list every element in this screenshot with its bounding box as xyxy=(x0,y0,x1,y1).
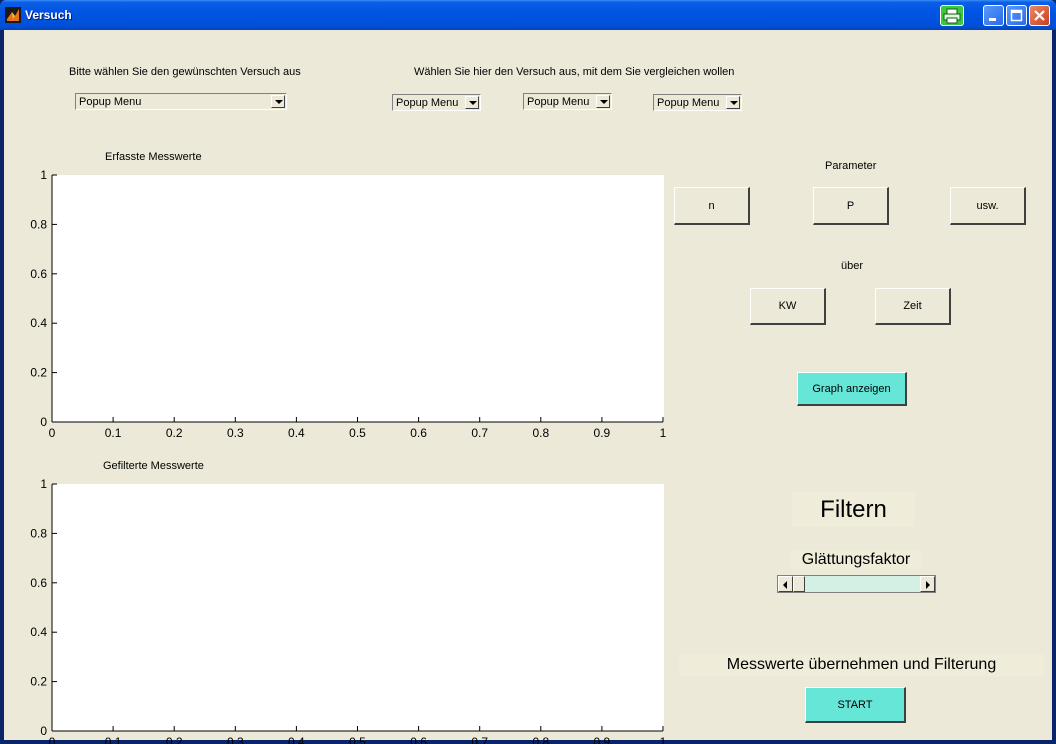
x-tick-label: 0.6 xyxy=(410,735,427,744)
minimize-icon xyxy=(989,18,996,21)
maximize-icon xyxy=(1010,9,1023,22)
app-window: Versuch Bitte wählen Sie den gewünschten… xyxy=(0,0,1056,744)
figure-area: Bitte wählen Sie den gewünschten Versuch… xyxy=(4,30,1052,744)
close-button[interactable] xyxy=(1029,5,1050,26)
x-tick-label: 0.2 xyxy=(166,735,183,744)
usw-button[interactable]: usw. xyxy=(950,187,1026,225)
kw-button[interactable]: KW xyxy=(750,288,826,325)
close-icon xyxy=(1034,10,1045,21)
y-tick-label: 0.4 xyxy=(30,625,47,639)
y-tick-label: 0.2 xyxy=(30,675,47,689)
x-tick-label: 0.4 xyxy=(288,735,305,744)
matlab-icon xyxy=(5,7,21,23)
y-tick-label: 0.8 xyxy=(30,526,47,540)
maximize-button[interactable] xyxy=(1006,5,1027,26)
axes2-chart: 0 0.1 0.2 0.3 0.4 0.5 0.6 0.7 0.8 0.9 1 0 0.2 0.4 0.6 0… xyxy=(30,477,667,744)
over-label: über xyxy=(841,260,864,272)
printer-icon xyxy=(943,8,961,24)
x-tick-label: 0.3 xyxy=(227,735,244,744)
n-button[interactable]: n xyxy=(674,187,750,225)
print-button[interactable] xyxy=(940,5,964,26)
parameter-label: Parameter xyxy=(825,160,877,172)
zeit-button[interactable]: Zeit xyxy=(875,288,951,325)
filter-title: Filtern xyxy=(792,492,915,527)
slider-left-arrow-icon[interactable] xyxy=(778,576,793,592)
window-title: Versuch xyxy=(25,8,72,22)
x-tick-label: 0.1 xyxy=(105,735,122,744)
smoothing-label: Glättungsfaktor xyxy=(790,550,922,570)
x-tick-label: 0.9 xyxy=(594,735,611,744)
start-button[interactable]: START xyxy=(805,687,906,723)
graph-anzeigen-button[interactable]: Graph anzeigen xyxy=(797,372,907,406)
slider-thumb[interactable] xyxy=(793,576,805,592)
minimize-button[interactable] xyxy=(983,5,1004,26)
apply-filter-label: Messwerte übernehmen und Filterung xyxy=(679,654,1044,676)
x-tick-label: 0.8 xyxy=(532,735,549,744)
x-tick-label: 0.5 xyxy=(349,735,366,744)
x-tick-label: 0 xyxy=(49,735,56,744)
x-tick-label: 0.7 xyxy=(471,735,488,744)
x-tick-label: 1 xyxy=(660,735,667,744)
y-tick-label: 0.6 xyxy=(30,576,47,590)
chevron-down-icon[interactable] xyxy=(726,96,740,109)
y-tick-label: 0 xyxy=(40,724,47,738)
p-button[interactable]: P xyxy=(813,187,889,225)
title-bar[interactable]: Versuch xyxy=(0,0,1056,30)
smoothing-slider[interactable] xyxy=(777,575,936,593)
slider-right-arrow-icon[interactable] xyxy=(920,576,935,592)
y-tick-label: 1 xyxy=(40,477,47,491)
